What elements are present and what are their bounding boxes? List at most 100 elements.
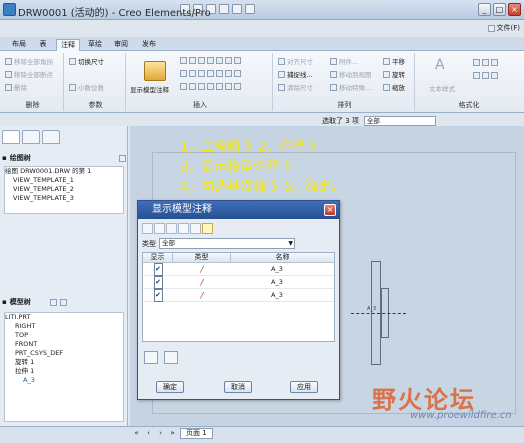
dialog-close-button[interactable]: × [324,204,336,216]
favorites-tab-icon[interactable] [42,130,60,144]
arrange-group-label: 排列 [337,101,352,109]
row-checkbox[interactable]: ✔ [153,275,163,289]
datum-axis-label: A_3 [367,306,377,312]
tree-item[interactable]: PRT_CSYS_DEF [5,349,123,358]
model-tree-tab-icon[interactable] [2,130,20,144]
table-row[interactable]: ✔ / A_3 [143,275,334,289]
file-menu[interactable]: 文件(F) [497,23,521,33]
tree-item[interactable]: FRONT [5,340,123,349]
tree-item[interactable]: VIEW_TEMPLATE_3 [5,194,123,203]
tab-publish[interactable]: 发布 [138,39,160,51]
instruction-line-2: 3，显示模型注释-》 [180,160,297,175]
show-model-annotations-icon[interactable] [144,61,166,81]
surface-finish-tab-icon[interactable] [178,223,189,234]
align-dimensions-button[interactable]: 对齐尺寸 [278,56,313,66]
undo-icon[interactable] [219,4,229,14]
navigator-tabs [2,130,60,144]
first-page-icon[interactable]: « [132,429,141,438]
cancel-button[interactable]: 取消 [224,381,252,393]
maximize-button[interactable]: □ [493,3,506,16]
datum-axis-line[interactable] [351,313,406,314]
tab-sketch[interactable]: 草绘 [84,39,106,51]
tree-item[interactable]: TOP [5,331,123,340]
tree-item[interactable]: RIGHT [5,322,123,331]
model-tree-filter-icon[interactable] [49,298,57,306]
attachment-button[interactable]: 附件... [330,56,358,66]
window-title: DRW0001 (活动的) - Creo Elements/Pro [18,8,211,19]
help-icon[interactable] [487,24,495,32]
ribbon: 移除全部角拐 移除全部断点 删除 删除 切换尺寸 小数位数 参数 显示模型注释 … [0,51,524,113]
format-icons-2[interactable] [473,72,498,79]
deselect-all-icon[interactable] [164,351,178,364]
row-name: A_3 [271,265,283,273]
column-header-type: 类型 [173,253,231,262]
model-tree-header[interactable]: ▪ 模型树 [2,296,126,308]
delete-group-label: 删除 [25,101,40,109]
type-select[interactable]: 全部 ▼ [159,238,295,249]
tree-item[interactable]: VIEW_TEMPLATE_2 [5,185,123,194]
model-tree-settings-icon[interactable] [59,298,67,306]
dialog-title: 显示模型注释 [138,201,339,219]
instruction-line-1: 1，工程图-》2，注释-》 [180,140,323,155]
apply-button[interactable]: 应用 [290,381,318,393]
page-tab[interactable]: 页面 1 [180,428,213,439]
table-row[interactable]: ✔ / A_3 [143,262,334,276]
text-style-icon[interactable]: A [435,57,445,73]
prev-page-icon[interactable]: ‹ [144,429,153,438]
dimension-tab-icon[interactable] [142,223,153,234]
tab-layout[interactable]: 布局 [8,39,30,51]
regenerate-icon[interactable] [245,4,255,14]
last-page-icon[interactable]: » [168,429,177,438]
toggle-dimension-button[interactable]: 切换尺寸 [69,56,104,66]
ok-button[interactable]: 确定 [156,381,184,393]
row-name: A_3 [271,291,283,299]
type-row: 类型 全部 ▼ [142,238,295,249]
symbol-icon[interactable] [180,83,241,90]
note-icon[interactable] [180,70,241,77]
select-all-icon[interactable] [144,351,158,364]
rotate-button[interactable]: 旋转 [383,69,405,79]
cleanup-dimensions-button[interactable]: 清除尺寸 [278,82,313,92]
show-model-annotations-button[interactable]: 显示模型注释 [130,84,169,94]
folder-browser-tab-icon[interactable] [22,130,40,144]
move-special-button[interactable]: 移动特殊... [330,82,371,92]
drawing-tree-header[interactable]: ▪ 绘图树 [2,152,126,164]
redo-icon[interactable] [232,4,242,14]
remove-all-jogs-button[interactable]: 移除全部角拐 [5,56,53,66]
next-page-icon[interactable]: › [156,429,165,438]
minimize-button[interactable]: _ [478,3,491,16]
snap-line-button[interactable]: 捕捉线... [278,69,313,79]
table-row[interactable]: ✔ / A_3 [143,288,334,302]
tree-settings-icon[interactable] [119,154,126,162]
tree-item[interactable]: 拉伸 1 [5,367,123,376]
symbol-tab-icon[interactable] [190,223,201,234]
text-style-button[interactable]: 文本样式 [429,83,455,93]
drawing-tree-title: 绘图树 [9,154,31,162]
datum-tab-icon[interactable] [202,223,213,234]
format-icons[interactable] [473,59,498,66]
row-checkbox[interactable]: ✔ [153,262,163,276]
decimal-places-button[interactable]: 小数位数 [69,82,104,92]
tab-annotate[interactable]: 注释 [56,39,80,51]
tree-item[interactable]: 绘图 DRW0001.DRW 的第 1 [5,167,123,176]
insert-group-label: 插入 [193,101,207,109]
gtol-tab-icon[interactable] [154,223,165,234]
note-tab-icon[interactable] [166,223,177,234]
tree-item[interactable]: A_3 [5,376,123,385]
remove-all-breaks-button[interactable]: 移除全部断点 [5,69,53,79]
tree-item[interactable]: 旋转 1 [5,358,123,367]
selection-filter[interactable]: 全部 [363,115,436,126]
delete-button[interactable]: 删除 [5,82,27,92]
dimension-icon[interactable] [180,57,241,64]
tree-item[interactable]: VIEW_TEMPLATE_1 [5,176,123,185]
insert-group: 显示模型注释 插入 [128,53,273,111]
row-checkbox[interactable]: ✔ [153,288,163,302]
move-to-view-button[interactable]: 移动到视图 [330,69,372,79]
tab-table[interactable]: 表 [34,39,52,51]
tree-item[interactable]: LITI.PRT [5,313,123,322]
scale-button[interactable]: 缩放 [383,82,405,92]
selection-bar: 选取了 3 项 全部 [322,115,436,126]
tab-review[interactable]: 审阅 [110,39,132,51]
close-button[interactable]: × [508,3,521,16]
translate-button[interactable]: 平移 [383,56,405,66]
